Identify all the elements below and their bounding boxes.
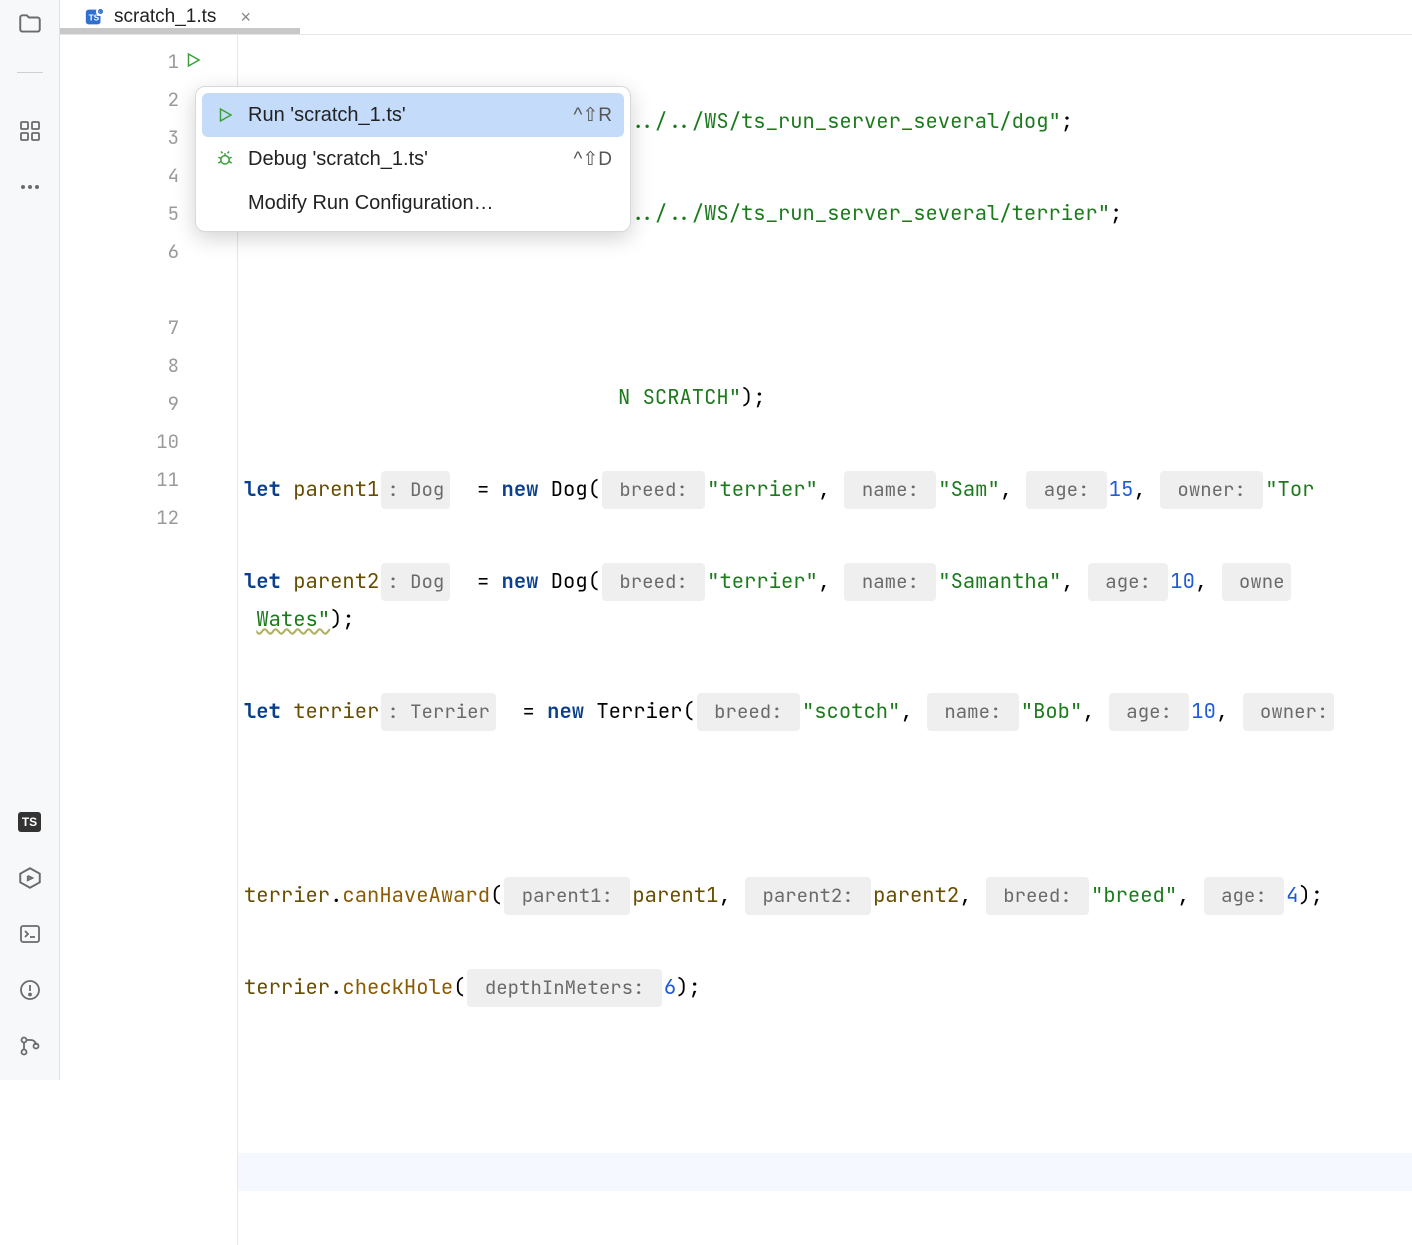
run-gutter-icon[interactable] [184, 49, 202, 76]
editor-tab-bar: TS scratch_1.ts × [60, 0, 1412, 35]
line-number: 9 [60, 391, 237, 429]
line-number: 12 [60, 505, 237, 543]
line-number: 11 [60, 467, 237, 505]
menu-run-shortcut: ^⇧R [573, 104, 612, 127]
services-icon[interactable] [16, 864, 44, 892]
tab-filename: scratch_1.ts [114, 6, 216, 28]
line-number: 8 [60, 353, 237, 391]
line-number: 6 [60, 239, 237, 315]
play-icon [214, 106, 236, 124]
left-tool-sidebar: TS [0, 0, 60, 1080]
menu-debug[interactable]: Debug 'scratch_1.ts' ^⇧D [202, 137, 624, 181]
typescript-file-icon: TS [84, 6, 106, 28]
structure-icon[interactable] [16, 117, 44, 145]
menu-run-label: Run 'scratch_1.ts' [248, 104, 406, 127]
close-tab-icon[interactable]: × [240, 7, 251, 28]
problems-icon[interactable] [16, 976, 44, 1004]
menu-debug-shortcut: ^⇧D [573, 148, 612, 171]
menu-debug-label: Debug 'scratch_1.ts' [248, 148, 428, 171]
line-number: 1 [60, 49, 237, 87]
tab-scrollbar[interactable] [60, 28, 300, 34]
more-icon[interactable] [16, 173, 44, 201]
menu-modify-label: Modify Run Configuration… [248, 192, 494, 215]
menu-modify-config[interactable]: Modify Run Configuration… [202, 181, 624, 225]
terminal-icon[interactable] [16, 920, 44, 948]
typescript-badge-icon[interactable]: TS [16, 808, 44, 836]
line-number: 7 [60, 315, 237, 353]
menu-run[interactable]: Run 'scratch_1.ts' ^⇧R [202, 93, 624, 137]
sidebar-divider [17, 72, 43, 73]
bug-icon [214, 149, 236, 169]
project-icon[interactable] [16, 10, 44, 38]
run-context-menu: Run 'scratch_1.ts' ^⇧R Debug 'scratch_1.… [195, 86, 631, 232]
line-number: 10 [60, 429, 237, 467]
vcs-icon[interactable] [16, 1032, 44, 1060]
